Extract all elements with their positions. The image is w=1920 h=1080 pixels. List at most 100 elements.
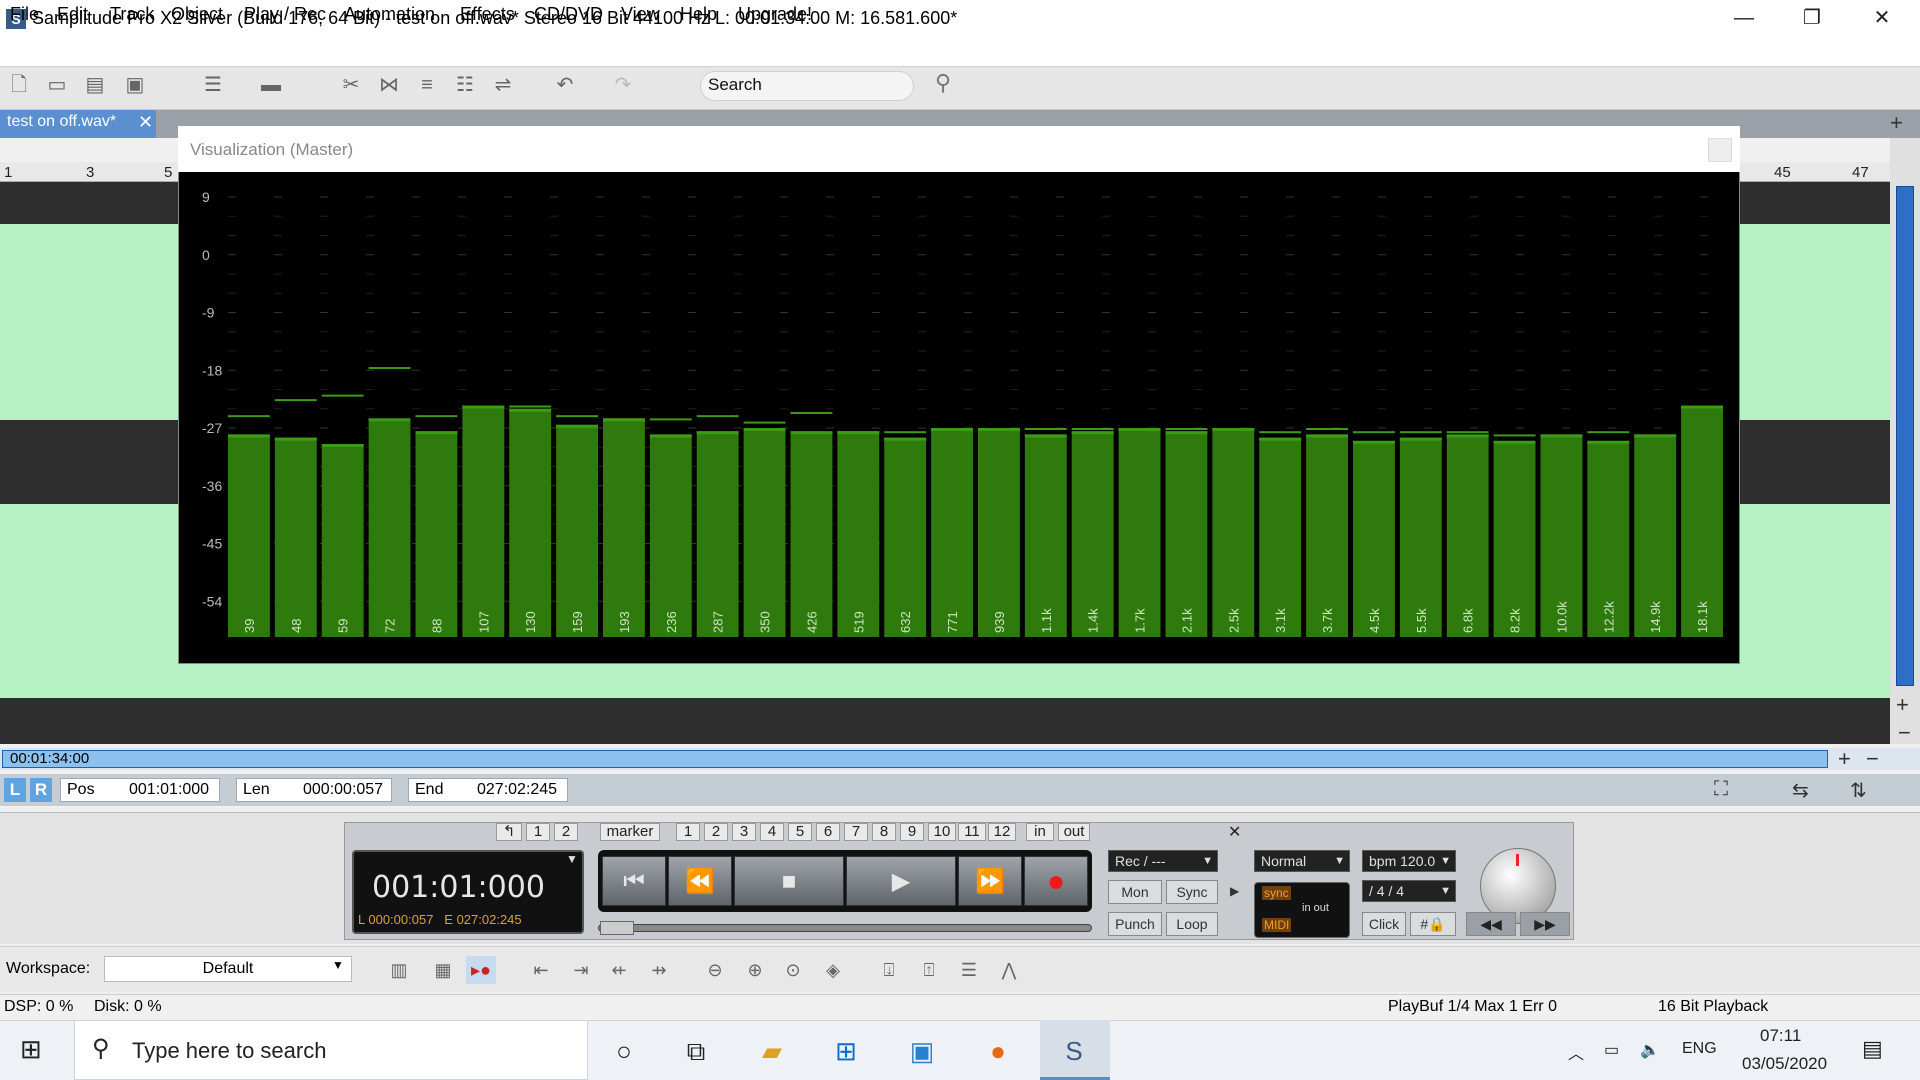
menu-track[interactable]: Track bbox=[110, 4, 154, 25]
play-record-icon[interactable]: ▸● bbox=[466, 956, 496, 984]
marker-3-button[interactable]: 3 bbox=[732, 823, 756, 841]
redo-icon[interactable]: ↷ bbox=[610, 72, 636, 98]
menu-automation[interactable]: Automation bbox=[344, 4, 435, 25]
open-folder-icon[interactable]: ▭ bbox=[44, 72, 70, 98]
marker-9-button[interactable]: 9 bbox=[900, 823, 924, 841]
marker-2-button[interactable]: 2 bbox=[704, 823, 728, 841]
task-view-icon[interactable]: ⧉ bbox=[672, 1028, 720, 1074]
zoom-track-icon[interactable]: ◈ bbox=[818, 956, 848, 984]
sync-button[interactable]: Sync bbox=[1166, 880, 1218, 904]
rewind-button[interactable]: ⏪ bbox=[668, 856, 732, 906]
volume-icon[interactable]: 🔈 bbox=[1640, 1040, 1660, 1060]
transport-close-icon[interactable]: ✕ bbox=[1228, 822, 1241, 842]
end-field[interactable]: End 027:02:245 bbox=[408, 778, 568, 802]
language-indicator[interactable]: ENG bbox=[1682, 1040, 1717, 1058]
undo-icon[interactable]: ↶ bbox=[552, 72, 578, 98]
menu-edit[interactable]: Edit bbox=[57, 4, 88, 25]
align-icon[interactable]: ☰ bbox=[200, 72, 226, 98]
position-slider-thumb[interactable] bbox=[600, 921, 634, 935]
store-icon[interactable]: ⊞ bbox=[822, 1028, 870, 1074]
bpm-select[interactable]: bpm 120.0 ▼ bbox=[1362, 850, 1456, 872]
rec-mode-select[interactable]: Rec / --- ▼ bbox=[1108, 850, 1218, 872]
marker-prev-icon[interactable]: ⇷ bbox=[604, 956, 634, 984]
visualization-close-button[interactable] bbox=[1708, 138, 1732, 162]
volume-up-icon[interactable]: ⍐ bbox=[914, 956, 944, 984]
grid-lock-icon[interactable]: #🔒 bbox=[1410, 912, 1456, 936]
time-signature-select[interactable]: / 4 / 4 ▼ bbox=[1362, 880, 1456, 902]
restore-button[interactable]: ❐ bbox=[1778, 0, 1846, 38]
go-end-icon[interactable]: ⇥ bbox=[566, 956, 596, 984]
len-field[interactable]: Len 000:00:057 bbox=[236, 778, 392, 802]
menu-file[interactable]: File bbox=[10, 4, 39, 25]
visualization-title-bar[interactable] bbox=[178, 126, 1740, 172]
zoom-out-vertical-button[interactable]: − bbox=[1898, 720, 1911, 746]
zoom-in-vertical-button[interactable]: + bbox=[1896, 692, 1909, 718]
marker-6-button[interactable]: 6 bbox=[816, 823, 840, 841]
clock-date[interactable]: 03/05/2020 bbox=[1742, 1054, 1827, 1074]
sync-label[interactable]: sync bbox=[1262, 886, 1291, 900]
spectrum-icon[interactable]: ⋀ bbox=[994, 956, 1024, 984]
pos-field[interactable]: Pos 001:01:000 bbox=[60, 778, 220, 802]
marker-4-button[interactable]: 4 bbox=[760, 823, 784, 841]
right-channel-button[interactable]: R bbox=[30, 778, 52, 802]
horizontal-zoom-icon[interactable]: ⇆ bbox=[1792, 778, 1809, 802]
zoom-out-horizontal-button[interactable]: − bbox=[1866, 746, 1879, 772]
project-tab-close-icon[interactable]: ✕ bbox=[138, 112, 153, 133]
save-icon[interactable]: ▣ bbox=[122, 72, 148, 98]
clock-time[interactable]: 07:11 bbox=[1760, 1026, 1801, 1046]
chevron-down-icon[interactable]: ▼ bbox=[566, 852, 578, 866]
record-button[interactable]: ● bbox=[1024, 856, 1088, 906]
list-icon[interactable]: ≡ bbox=[414, 72, 440, 98]
marker-in-button[interactable]: in bbox=[1026, 823, 1054, 841]
menu-view[interactable]: View bbox=[621, 4, 660, 25]
marker-12-button[interactable]: 12 bbox=[988, 823, 1016, 841]
click-button[interactable]: Click bbox=[1362, 912, 1406, 936]
notifications-icon[interactable]: ▤ bbox=[1862, 1036, 1883, 1062]
left-channel-button[interactable]: L bbox=[4, 778, 26, 802]
menu-help[interactable]: Help bbox=[680, 4, 717, 25]
stop-button[interactable]: ■ bbox=[734, 856, 844, 906]
zoom-h-icon[interactable]: ⊖ bbox=[700, 956, 730, 984]
insert-icon[interactable]: ⇌ bbox=[490, 72, 516, 98]
menu-upgrade[interactable]: Upgrade! bbox=[738, 4, 812, 25]
expand-arrow-icon[interactable]: ▶ bbox=[1230, 884, 1239, 898]
stack-icon[interactable]: ☷ bbox=[452, 72, 478, 98]
import-icon[interactable]: ▤ bbox=[82, 72, 108, 98]
add-project-button[interactable]: + bbox=[1890, 110, 1903, 136]
minimize-button[interactable]: — bbox=[1710, 0, 1778, 38]
loop-button[interactable]: Loop bbox=[1166, 912, 1218, 936]
cut-icon[interactable]: ✂ bbox=[338, 72, 364, 98]
horizontal-scroll-thumb[interactable] bbox=[2, 750, 1828, 768]
punch-button[interactable]: Punch bbox=[1108, 912, 1162, 936]
marker-8-button[interactable]: 8 bbox=[872, 823, 896, 841]
loop-marker-1-button[interactable]: 1 bbox=[526, 823, 550, 841]
close-button[interactable]: ✕ bbox=[1848, 0, 1916, 38]
firefox-icon[interactable]: ● bbox=[974, 1028, 1022, 1074]
chevron-up-icon[interactable]: ︿ bbox=[1568, 1040, 1584, 1064]
search-icon[interactable]: ⚲ bbox=[928, 70, 958, 100]
marker-1-button[interactable]: 1 bbox=[676, 823, 700, 841]
editor-icon[interactable]: ▦ bbox=[428, 956, 458, 984]
play-button[interactable]: ▶ bbox=[846, 856, 956, 906]
fast-forward-button[interactable]: ⏩ bbox=[958, 856, 1022, 906]
new-file-icon[interactable]: 🗋 bbox=[6, 72, 32, 98]
menu-object[interactable]: Object bbox=[171, 4, 223, 25]
marker-out-button[interactable]: out bbox=[1058, 823, 1090, 841]
cortana-icon[interactable]: ○ bbox=[600, 1028, 648, 1074]
marker-5-button[interactable]: 5 bbox=[788, 823, 812, 841]
menu-cd-dvd[interactable]: CD/DVD bbox=[534, 4, 603, 25]
zoom-fit-icon[interactable]: ⛶ bbox=[1714, 778, 1728, 802]
split-icon[interactable]: ⋈ bbox=[376, 72, 402, 98]
mixer-icon[interactable]: ▥ bbox=[384, 956, 414, 984]
marker-10-button[interactable]: 10 bbox=[928, 823, 956, 841]
marker-7-button[interactable]: 7 bbox=[844, 823, 868, 841]
battery-icon[interactable]: ▭ bbox=[1604, 1040, 1619, 1060]
ruler-tool-icon[interactable]: ▬ bbox=[258, 72, 284, 98]
zoom-in-horizontal-button[interactable]: + bbox=[1838, 746, 1851, 772]
marker-11-button[interactable]: 11 bbox=[958, 823, 986, 841]
loop-marker-2-button[interactable]: 2 bbox=[554, 823, 578, 841]
mon-button[interactable]: Mon bbox=[1108, 880, 1162, 904]
playback-mode-select[interactable]: Normal ▼ bbox=[1254, 850, 1350, 872]
scrub-back-button[interactable]: ◀◀ bbox=[1466, 912, 1516, 936]
position-slider[interactable] bbox=[598, 924, 1092, 932]
